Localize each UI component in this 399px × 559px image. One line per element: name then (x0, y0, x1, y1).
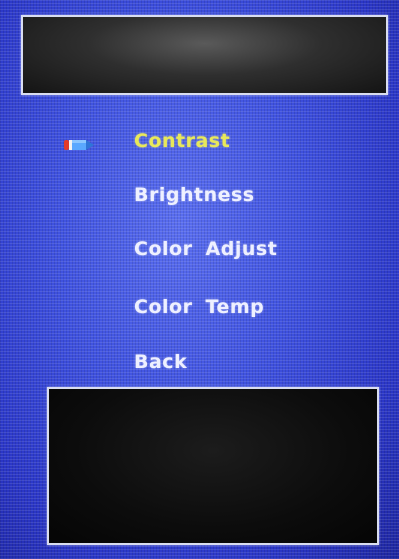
menu-item-color-adjust[interactable]: Color Adjust (134, 232, 277, 266)
menu-item-brightness[interactable]: Brightness (134, 178, 255, 212)
osd-menu: Contrast Brightness Color Adjust Color T… (0, 0, 399, 400)
menu-item-back[interactable]: Back (134, 345, 187, 379)
pencil-cursor-icon (64, 140, 94, 150)
osd-screen: Contrast Brightness Color Adjust Color T… (0, 0, 399, 559)
bottom-preview-panel (47, 387, 379, 545)
menu-item-color-temp[interactable]: Color Temp (134, 290, 264, 324)
menu-item-contrast[interactable]: Contrast (134, 124, 230, 158)
